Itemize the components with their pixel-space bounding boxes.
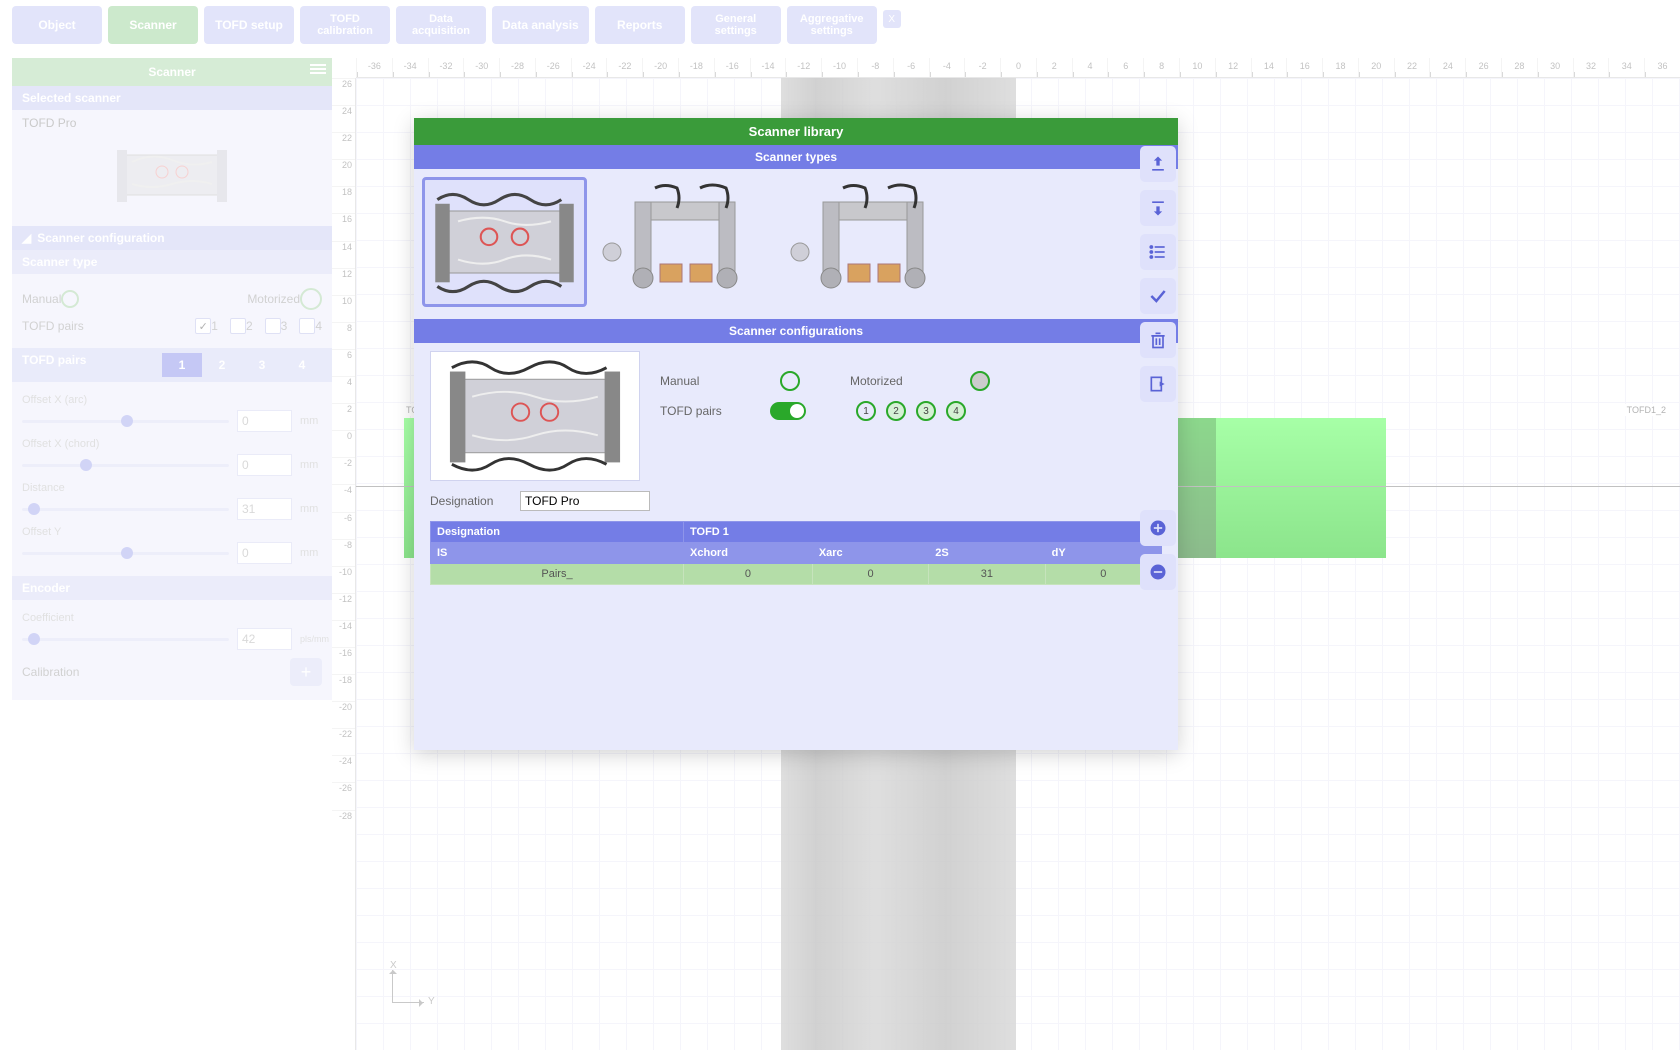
- upload-button[interactable]: [1140, 146, 1176, 182]
- config-preview: [430, 351, 640, 481]
- nav-object[interactable]: Object: [12, 6, 102, 44]
- offset-x-arc-row: Offset X (arc) 0 mm: [22, 394, 322, 432]
- offset-y-slider[interactable]: [22, 552, 229, 555]
- offset-y-row: Offset Y 0 mm: [22, 526, 322, 564]
- tab-4[interactable]: 4: [282, 353, 322, 377]
- top-nav: Object Scanner TOFD setup TOFDcalibratio…: [0, 0, 1680, 50]
- designation-input[interactable]: [520, 491, 650, 511]
- tofd1-2-tag: TOFD1_2: [1625, 404, 1668, 416]
- sh-xchord: Xchord: [684, 543, 813, 564]
- coefficient-value[interactable]: 42: [237, 628, 292, 650]
- designation-label: Designation: [430, 494, 510, 508]
- export-button[interactable]: [1140, 366, 1176, 402]
- cfg-manual-radio[interactable]: [780, 371, 800, 391]
- nav-reports[interactable]: Reports: [595, 6, 685, 44]
- manual-radio[interactable]: [61, 290, 79, 308]
- selected-scanner-body: TOFD Pro: [12, 110, 332, 226]
- distance-row: Distance 31 mm: [22, 482, 322, 520]
- ruler-vertical: 26242220181614121086420-2-4-6-8-10-12-14…: [332, 78, 356, 1050]
- scanner-configuration-label[interactable]: ◢Scanner configuration: [12, 226, 332, 250]
- scanner-type-1[interactable]: [422, 177, 587, 307]
- list-button[interactable]: [1140, 234, 1176, 270]
- th-tofd1: TOFD 1: [684, 522, 1162, 543]
- offset-x-chord-slider[interactable]: [22, 464, 229, 467]
- cfg-tofd-pairs-switch[interactable]: [770, 402, 806, 420]
- selected-scanner-label: Selected scanner: [12, 86, 332, 110]
- scanner-type-2[interactable]: [595, 177, 775, 307]
- pair-3-check[interactable]: [265, 318, 281, 334]
- scanner-types-header: Scanner types: [414, 145, 1178, 169]
- remove-button[interactable]: [1140, 554, 1176, 590]
- motorized-label: Motorized: [247, 292, 300, 306]
- offset-x-arc-slider[interactable]: [22, 420, 229, 423]
- offset-x-arc-value[interactable]: 0: [237, 410, 292, 432]
- pair-2-check[interactable]: [230, 318, 246, 334]
- sh-xarc: Xarc: [812, 543, 928, 564]
- scanner-type-3[interactable]: [783, 177, 963, 307]
- modal-side-tools: [1140, 146, 1176, 590]
- cfg-pair-4[interactable]: 4: [946, 401, 966, 421]
- confirm-button[interactable]: [1140, 278, 1176, 314]
- cfg-manual-label: Manual: [660, 374, 750, 388]
- cfg-motorized-label: Motorized: [850, 374, 940, 388]
- scanner-configurations-header: Scanner configurations: [414, 319, 1178, 343]
- tab-3[interactable]: 3: [242, 353, 282, 377]
- scanner-type-label: Scanner type: [12, 250, 332, 274]
- selected-scanner-name: TOFD Pro: [22, 116, 322, 130]
- pair-4-check[interactable]: [299, 318, 315, 334]
- encoder-label: Encoder: [12, 576, 332, 600]
- cfg-tofd-pairs-label: TOFD pairs: [660, 404, 750, 418]
- tofd-pairs-tab-header: TOFD pairs 1 2 3 4: [12, 348, 332, 382]
- nav-data-acquisition[interactable]: Dataacquisition: [396, 6, 486, 44]
- table-row[interactable]: Pairs_ 0 0 31 0: [431, 564, 1162, 585]
- tab-2[interactable]: 2: [202, 353, 242, 377]
- scanner-library-modal: Scanner library Scanner types: [414, 118, 1178, 750]
- ruler-horizontal: -36-34-32-30-28-26-24-22-20-18-16-14-12-…: [356, 58, 1680, 78]
- coefficient-row: Coefficient 42 pls/mm: [22, 612, 322, 650]
- tab-1[interactable]: 1: [162, 353, 202, 377]
- scanner-preview-image: [112, 140, 232, 210]
- left-panel: Scanner Selected scanner TOFD Pro ◢Scann…: [12, 58, 332, 700]
- tofd-pairs-label: TOFD pairs: [22, 319, 84, 333]
- th-designation: Designation: [431, 522, 684, 543]
- calibration-label: Calibration: [22, 665, 79, 679]
- cfg-pair-3[interactable]: 3: [916, 401, 936, 421]
- nav-data-analysis[interactable]: Data analysis: [492, 6, 589, 44]
- add-button[interactable]: [1140, 510, 1176, 546]
- download-button[interactable]: [1140, 190, 1176, 226]
- distance-slider[interactable]: [22, 508, 229, 511]
- hamburger-icon[interactable]: [310, 64, 326, 74]
- sh-is: IS: [431, 543, 684, 564]
- nav-scanner[interactable]: Scanner: [108, 6, 198, 44]
- left-panel-title: Scanner: [12, 58, 332, 86]
- tofd1-2-block: [1216, 418, 1386, 558]
- nav-general-settings[interactable]: Generalsettings: [691, 6, 781, 44]
- xy-indicator: X Y: [392, 982, 432, 1022]
- distance-value[interactable]: 31: [237, 498, 292, 520]
- offset-y-value[interactable]: 0: [237, 542, 292, 564]
- config-table: Designation TOFD 1 IS Xchord Xarc 2S dY …: [430, 521, 1162, 585]
- motorized-radio[interactable]: [300, 288, 322, 310]
- nav-tofd-calibration[interactable]: TOFDcalibration: [300, 6, 390, 44]
- nav-tofd-setup[interactable]: TOFD setup: [204, 6, 294, 44]
- nav-aggregative-settings[interactable]: Aggregativesettings: [787, 6, 877, 44]
- offset-x-chord-row: Offset X (chord) 0 mm: [22, 438, 322, 476]
- cfg-pair-1[interactable]: 1: [856, 401, 876, 421]
- cfg-motorized-radio[interactable]: [970, 371, 990, 391]
- scanner-types-row: [414, 169, 1178, 319]
- calibration-plus-button[interactable]: +: [290, 658, 322, 686]
- coefficient-slider[interactable]: [22, 638, 229, 641]
- config-area: Manual Motorized TOFD pairs 1: [414, 343, 1178, 750]
- sh-2s: 2S: [929, 543, 1045, 564]
- offset-x-chord-value[interactable]: 0: [237, 454, 292, 476]
- close-x-button[interactable]: X: [883, 10, 901, 28]
- delete-button[interactable]: [1140, 322, 1176, 358]
- modal-title: Scanner library: [414, 118, 1178, 145]
- manual-label: Manual: [22, 292, 61, 306]
- pair-1-check[interactable]: [195, 318, 211, 334]
- cfg-pair-2[interactable]: 2: [886, 401, 906, 421]
